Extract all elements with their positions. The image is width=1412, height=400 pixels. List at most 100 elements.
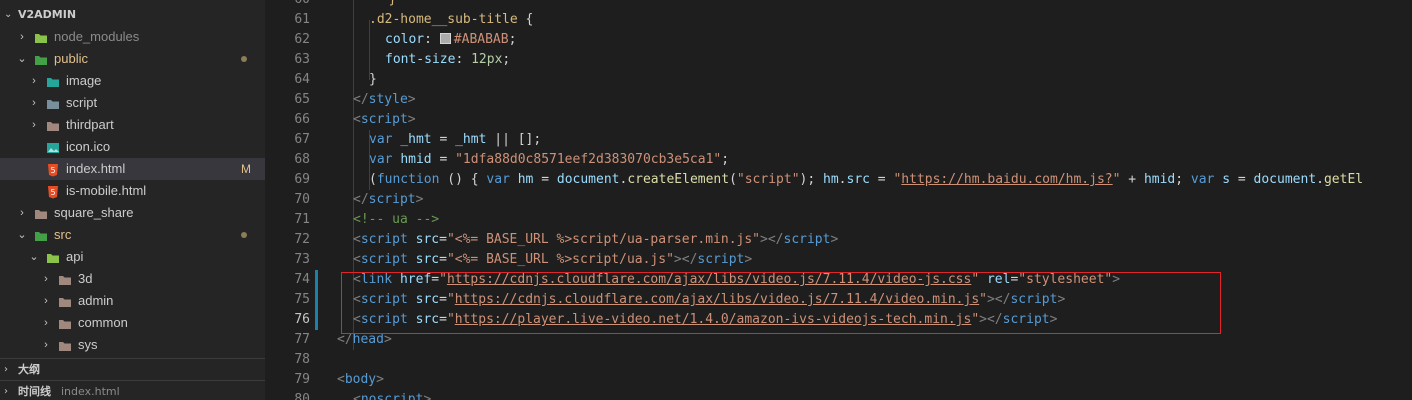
outline-title: 大纲 — [18, 363, 40, 376]
folder-icon — [46, 118, 60, 132]
red-highlight-annotation — [341, 272, 1221, 334]
line-number: 74 — [294, 272, 310, 287]
code-token: || []; — [486, 132, 542, 147]
tree-item-label: index.html — [66, 161, 126, 176]
code-line[interactable]: <body> — [337, 370, 384, 390]
chevron-down-icon[interactable]: ⌄ — [16, 224, 28, 246]
chevron-right-icon[interactable]: › — [16, 202, 28, 224]
tree-item-label: icon.ico — [66, 139, 111, 154]
explorer-header[interactable]: ⌄ V2ADMIN — [0, 4, 265, 26]
timeline-header[interactable]: › 时间线 index.html — [0, 380, 265, 400]
code-token: "script" — [736, 172, 800, 187]
file-index-html[interactable]: 5 index.html M — [0, 158, 265, 180]
file-is-mobile-html[interactable]: 5 is-mobile.html — [0, 180, 265, 202]
code-line[interactable]: } — [369, 70, 377, 90]
chevron-right-icon[interactable]: › — [40, 334, 52, 356]
chevron-right-icon[interactable]: › — [28, 114, 40, 136]
code-token: + — [1120, 172, 1144, 187]
folder-src[interactable]: ⌄ src — [0, 224, 265, 246]
code-token: noscript — [360, 392, 424, 400]
folder-admin[interactable]: › admin — [0, 290, 265, 312]
code-line[interactable]: } — [373, 0, 397, 10]
code-token: .d2-home__sub-title — [369, 12, 518, 27]
chevron-down-icon[interactable]: ⌄ — [16, 48, 28, 70]
code-token: </ — [353, 192, 369, 207]
chevron-down-icon[interactable]: ⌄ — [28, 246, 40, 268]
code-token: script — [368, 192, 416, 207]
folder-3d[interactable]: › 3d — [0, 268, 265, 290]
code-token: document — [1253, 172, 1317, 187]
code-token: : — [424, 32, 440, 47]
tree-item-label: is-mobile.html — [66, 183, 147, 198]
folder-square-share[interactable]: › square_share — [0, 202, 265, 224]
code-line[interactable]: var hmid = "1dfa88d0c8571eef2d383070cb3e… — [369, 150, 729, 170]
outline-header[interactable]: › 大纲 — [0, 358, 265, 381]
folder-icon — [58, 294, 72, 308]
tree-item-label: script — [66, 95, 98, 110]
line-number: 62 — [294, 32, 310, 47]
code-token: var — [369, 152, 401, 167]
code-line[interactable]: <script> — [353, 110, 416, 130]
folder-icon — [34, 52, 48, 66]
line-number: 77 — [294, 332, 310, 347]
code-line[interactable]: <!-- ua --> — [353, 210, 439, 230]
line-number: 71 — [294, 212, 310, 227]
code-token: ); — [799, 172, 824, 187]
code-token: ; — [502, 52, 511, 67]
code-line[interactable]: font-size: 12px; — [385, 50, 510, 70]
code-token: hmid — [1143, 172, 1176, 187]
code-line[interactable]: color: #ABABAB; — [385, 30, 516, 50]
color-swatch-icon[interactable] — [439, 33, 451, 44]
code-token: = — [439, 232, 447, 247]
folder-image[interactable]: › image — [0, 70, 265, 92]
code-token: > — [376, 372, 384, 387]
code-line[interactable]: </style> — [353, 90, 416, 110]
line-number: 64 — [294, 72, 310, 87]
code-token: } — [369, 72, 377, 87]
code-token: <!-- ua --> — [353, 212, 440, 227]
code-token: src — [846, 172, 870, 187]
chevron-right-icon[interactable]: › — [28, 70, 40, 92]
tree-item-label: api — [66, 249, 84, 264]
code-token: hm — [823, 172, 839, 187]
svg-text:5: 5 — [50, 166, 55, 175]
code-token: > — [415, 192, 424, 207]
code-editor[interactable]: 60 61 62 63 64 65 66 67 68 69 70 71 72 73 74 75 76 77 78 79… — [265, 0, 1412, 400]
folder-script[interactable]: › script — [0, 92, 265, 114]
folder-thirdpart[interactable]: › thirdpart — [0, 114, 265, 136]
folder-node-modules[interactable]: › node_modules — [0, 26, 265, 48]
folder-icon — [34, 30, 48, 44]
code-line[interactable]: </script> — [353, 190, 423, 210]
code-token: = — [439, 252, 447, 267]
code-line[interactable]: var _hmt = _hmt || []; — [369, 130, 541, 150]
chevron-right-icon[interactable]: › — [40, 268, 52, 290]
code-token: hmid — [400, 152, 432, 167]
chevron-right-icon[interactable]: › — [16, 26, 28, 48]
folder-api[interactable]: ⌄ api — [0, 246, 265, 268]
chevron-right-icon[interactable]: › — [40, 312, 52, 334]
line-number: 67 — [294, 132, 310, 147]
folder-public[interactable]: ⌄ public — [0, 48, 265, 70]
chevron-right-icon[interactable]: › — [40, 290, 52, 312]
line-number: 60 — [265, 0, 310, 10]
chevron-right-icon[interactable]: › — [28, 92, 40, 114]
code-area[interactable]: }.d2-home__sub-title {color: #ABABAB;fon… — [337, 0, 1412, 400]
explorer-title: V2ADMIN — [18, 8, 77, 21]
code-line[interactable]: (function () { var hm = document.createE… — [369, 170, 1363, 190]
code-token: > — [744, 252, 753, 267]
code-token: "<%= BASE_URL %>script/ua-parser.min.js" — [446, 232, 761, 247]
code-token: https://hm.baidu.com/hm.js? — [901, 172, 1113, 187]
chevron-down-icon: ⌄ — [4, 9, 13, 20]
code-line[interactable]: <script src="<%= BASE_URL %>script/ua.js… — [353, 250, 752, 270]
file-icon-ico[interactable]: icon.ico — [0, 136, 265, 158]
line-number: 80 — [294, 392, 310, 400]
code-token: ; — [1175, 172, 1191, 187]
code-line[interactable]: <script src="<%= BASE_URL %>script/ua-pa… — [353, 230, 838, 250]
code-line[interactable]: <noscript> — [353, 390, 431, 400]
code-token: createElement — [627, 172, 730, 187]
folder-common[interactable]: › common — [0, 312, 265, 334]
code-token: < — [337, 372, 345, 387]
code-line[interactable]: .d2-home__sub-title { — [369, 10, 533, 30]
folder-sys[interactable]: › sys — [0, 334, 265, 356]
